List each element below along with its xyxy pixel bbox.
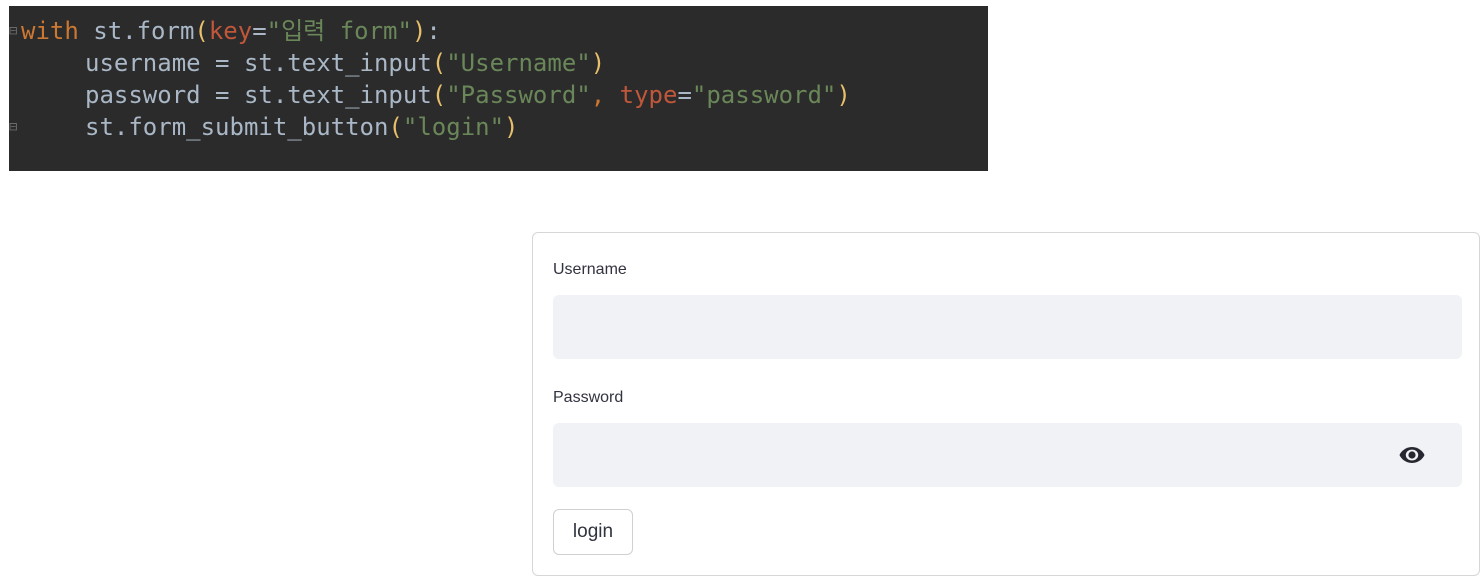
code-identifier: st.form	[78, 17, 195, 45]
code-line-2: username = st.text_input("Username")	[85, 47, 605, 79]
fold-marker-icon[interactable]: ⊟	[9, 15, 17, 47]
code-paren: (	[431, 81, 447, 109]
code-string: "login"	[402, 113, 505, 141]
code-operator: =	[252, 17, 267, 45]
code-identifier: password = st.text_input	[85, 81, 432, 109]
code-line-3: password = st.text_input("Password", typ…	[85, 79, 851, 111]
code-paren: )	[836, 81, 851, 109]
eye-icon[interactable]	[1397, 441, 1427, 469]
code-line-4: st.form_submit_button("login")	[85, 111, 519, 143]
code-line-1: with st.form(key="입력 form"):	[21, 15, 441, 47]
code-arg-name: key	[208, 17, 253, 45]
code-colon: :	[426, 17, 441, 45]
password-label: Password	[553, 389, 624, 406]
keyword-with: with	[21, 17, 79, 45]
code-string: "입력 form"	[266, 17, 412, 45]
code-comma: ,	[590, 81, 620, 109]
code-operator: =	[677, 81, 692, 109]
username-input[interactable]	[553, 295, 1462, 359]
login-form: Username Password login	[532, 232, 1480, 576]
fold-end-marker-icon[interactable]: ⊟	[9, 111, 17, 143]
code-paren: )	[504, 113, 519, 141]
code-string: "Username"	[446, 49, 591, 77]
username-label: Username	[553, 261, 627, 278]
code-string: "Password"	[446, 81, 591, 109]
code-paren: (	[194, 17, 209, 45]
password-input[interactable]	[553, 423, 1462, 487]
code-arg-name: type	[619, 81, 678, 109]
code-paren: (	[431, 49, 447, 77]
code-paren: (	[388, 113, 403, 141]
login-submit-button[interactable]: login	[553, 509, 633, 555]
eye-icon-graphic	[1399, 447, 1425, 463]
code-editor-snippet: ⊟ ⊟ with st.form(key="입력 form"): usernam…	[9, 6, 988, 171]
code-identifier: username = st.text_input	[85, 49, 432, 77]
code-string: "password"	[691, 81, 837, 109]
code-paren: )	[411, 17, 427, 45]
code-identifier: st.form_submit_button	[85, 113, 389, 141]
code-paren: )	[590, 49, 606, 77]
